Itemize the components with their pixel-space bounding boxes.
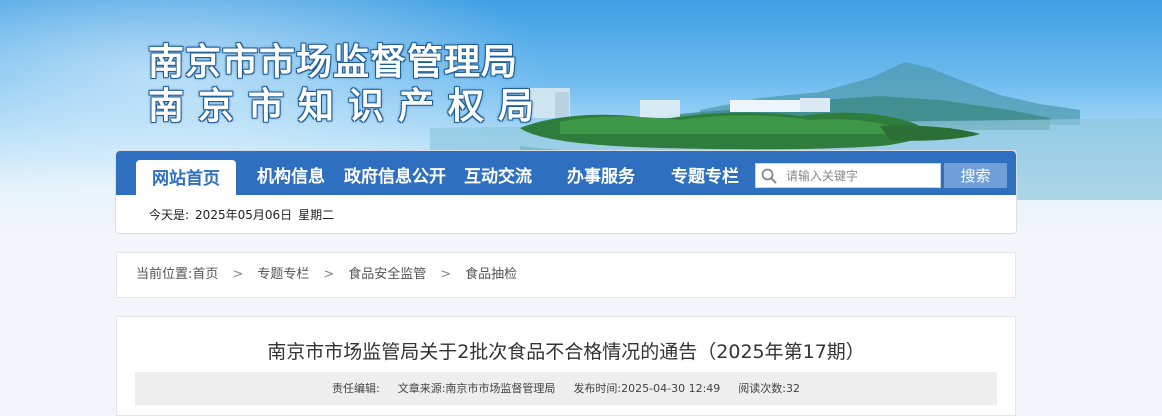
meta-source: 文章来源:南京市市场监督管理局 bbox=[397, 382, 556, 395]
nav-item-special-topics[interactable]: 专题专栏 bbox=[671, 151, 739, 195]
breadcrumb-item-food-safety[interactable]: 食品安全监管 bbox=[348, 267, 426, 282]
search-box bbox=[755, 163, 941, 188]
meta-views: 阅读次数:32 bbox=[738, 382, 800, 395]
breadcrumb-panel: 当前位置:首页 > 专题专栏 > 食品安全监管 > 食品抽检 bbox=[116, 252, 1016, 298]
site-title-block: 南京市市场监督管理局 南京市知识产权局 bbox=[148, 40, 548, 128]
search-icon bbox=[761, 168, 777, 184]
meta-published: 发布时间:2025-04-30 12:49 bbox=[573, 382, 721, 395]
nav-item-gov-info[interactable]: 政府信息公开 bbox=[344, 151, 446, 195]
nav-item-services[interactable]: 办事服务 bbox=[567, 151, 635, 195]
nav-panel: 网站首页 机构信息 政府信息公开 互动交流 办事服务 专题专栏 搜索 今天是: 2… bbox=[115, 150, 1017, 234]
search-button[interactable]: 搜索 bbox=[944, 163, 1007, 188]
chevron-right-icon: > bbox=[232, 267, 244, 282]
main-nav-bar: 网站首页 机构信息 政府信息公开 互动交流 办事服务 专题专栏 搜索 bbox=[116, 151, 1016, 195]
breadcrumb: 当前位置:首页 > 专题专栏 > 食品安全监管 > 食品抽检 bbox=[136, 253, 517, 297]
site-title-line1: 南京市市场监督管理局 bbox=[148, 41, 519, 83]
breadcrumb-label: 当前位置: bbox=[136, 267, 193, 282]
breadcrumb-item-food-inspection[interactable]: 食品抽检 bbox=[465, 267, 517, 282]
article-panel: 南京市市场监管局关于2批次食品不合格情况的通告（2025年第17期） 责任编辑:… bbox=[116, 316, 1016, 416]
nav-item-organization[interactable]: 机构信息 bbox=[257, 151, 325, 195]
current-weekday: 星期二 bbox=[298, 208, 335, 222]
breadcrumb-item-special-topics[interactable]: 专题专栏 bbox=[257, 267, 309, 282]
article-meta-bar: 责任编辑: 文章来源:南京市市场监督管理局 发布时间:2025-04-30 12:4… bbox=[135, 372, 997, 405]
nav-item-home[interactable]: 网站首页 bbox=[136, 160, 236, 195]
article-title: 南京市市场监管局关于2批次食品不合格情况的通告（2025年第17期） bbox=[267, 341, 865, 363]
chevron-right-icon: > bbox=[440, 267, 452, 282]
meta-editor: 责任编辑: bbox=[332, 382, 380, 395]
chevron-right-icon: > bbox=[323, 267, 335, 282]
breadcrumb-item-home[interactable]: 首页 bbox=[192, 267, 218, 282]
article-meta: 责任编辑: 文章来源:南京市市场监督管理局 发布时间:2025-04-30 12:4… bbox=[135, 372, 997, 405]
current-date: 2025年05月06日 bbox=[195, 208, 293, 222]
date-prefix: 今天是: bbox=[149, 208, 190, 222]
site-title-line2: 南京市知识产权局 bbox=[148, 85, 549, 127]
date-display: 今天是: 2025年05月06日 星期二 bbox=[149, 206, 334, 223]
nav-item-interaction[interactable]: 互动交流 bbox=[464, 151, 532, 195]
search-input[interactable] bbox=[786, 164, 936, 187]
